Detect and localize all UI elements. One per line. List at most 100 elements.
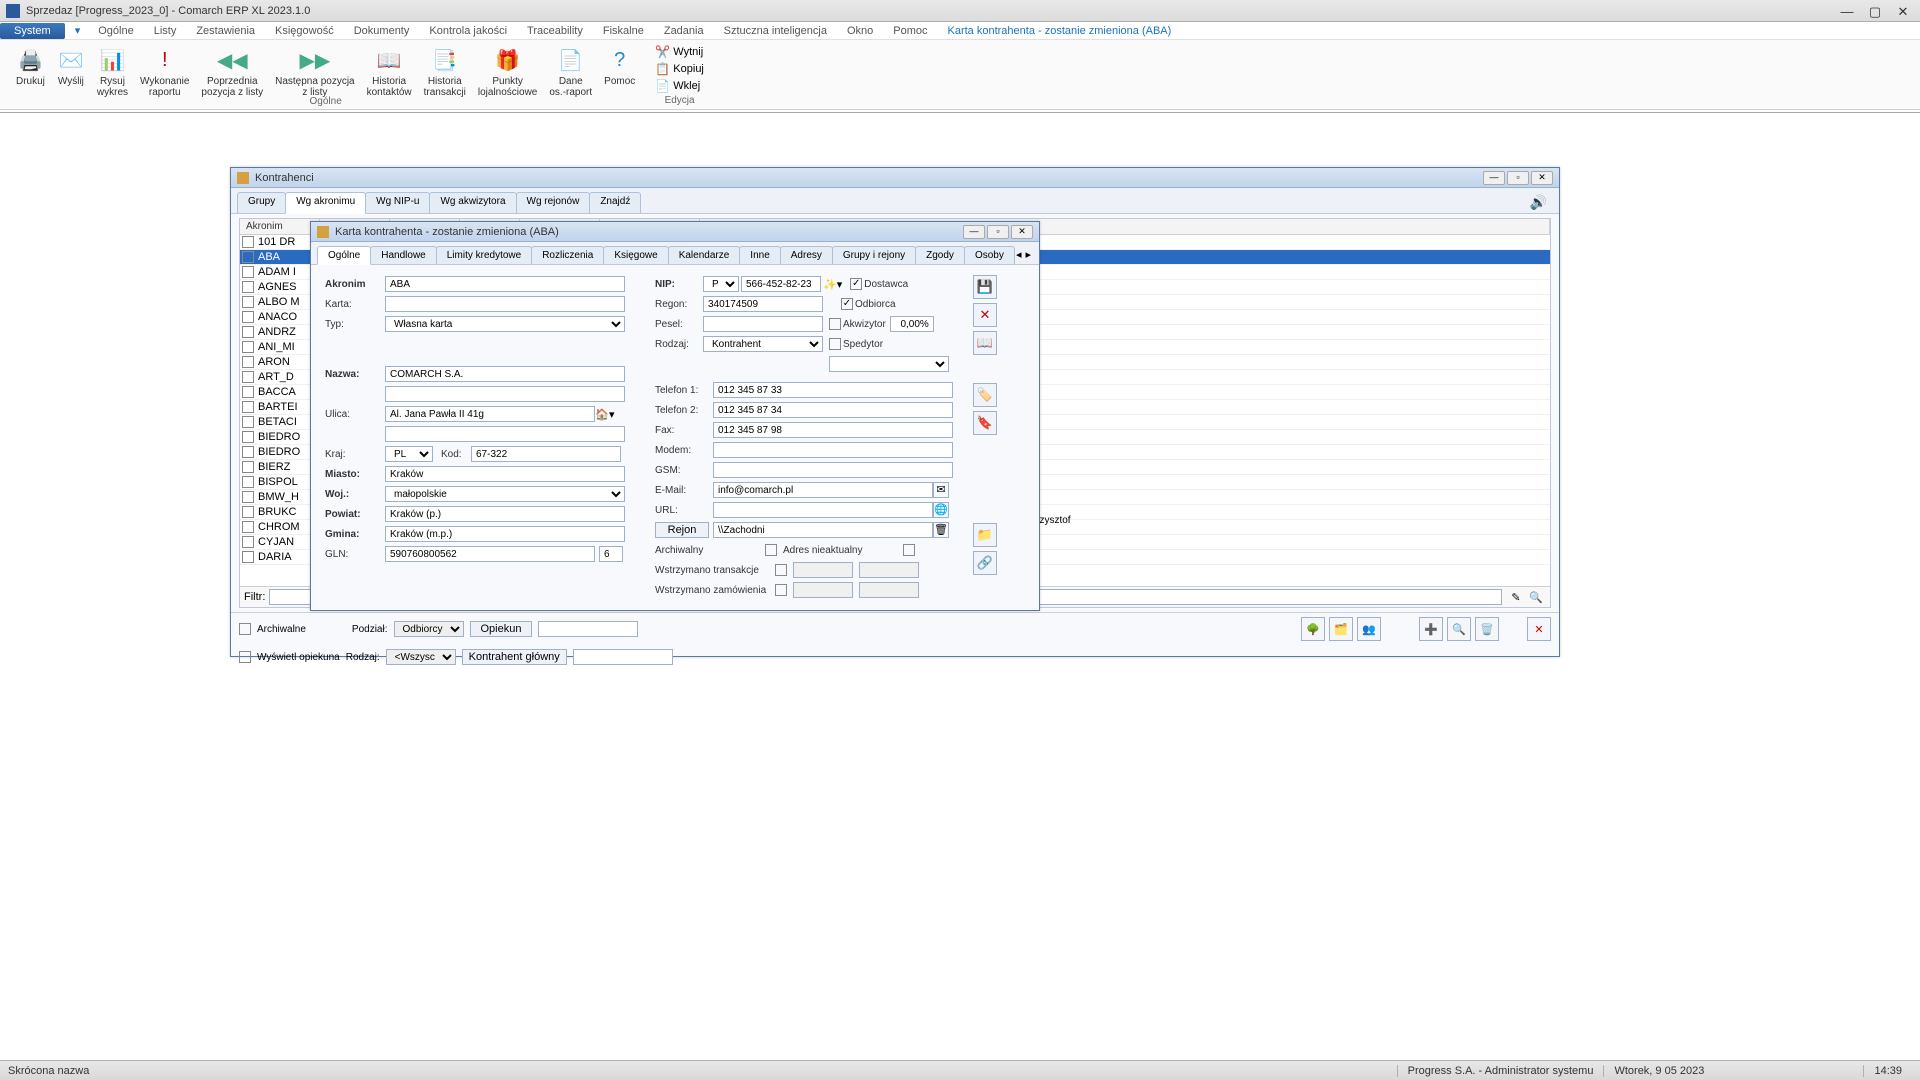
kod-input[interactable]: [471, 446, 621, 462]
ulica-dd-icon[interactable]: ▾: [609, 408, 615, 421]
menu-zadania[interactable]: Zadania: [654, 23, 714, 39]
btn-cancel-icon[interactable]: ✕: [973, 303, 997, 327]
tab-zgody[interactable]: Zgody: [915, 246, 965, 264]
tab-kalendarze[interactable]: Kalendarze: [668, 246, 741, 264]
row-checkbox[interactable]: [242, 281, 254, 293]
chk-archiwalny[interactable]: [765, 544, 777, 556]
child-minimize[interactable]: —: [1483, 171, 1505, 185]
btn-folder-icon[interactable]: 📁: [973, 523, 997, 547]
tab-ksiegowe[interactable]: Księgowe: [603, 246, 668, 264]
miasto-input[interactable]: [385, 466, 625, 482]
tab-wg-nip[interactable]: Wg NIP-u: [365, 192, 430, 213]
row-checkbox[interactable]: [242, 431, 254, 443]
tab-wg-rejonow[interactable]: Wg rejonów: [516, 192, 591, 213]
tab-scroll-right-icon[interactable]: ▸: [1023, 246, 1033, 264]
map-icon[interactable]: 🏠: [595, 408, 609, 421]
gln-input[interactable]: [385, 546, 595, 562]
extra-select[interactable]: [829, 356, 949, 372]
minimize-button[interactable]: —: [1840, 4, 1854, 18]
nazwa-input[interactable]: [385, 366, 625, 382]
rejon-button[interactable]: Rejon: [655, 522, 709, 538]
email-icon[interactable]: ✉: [933, 482, 949, 498]
url-icon[interactable]: 🌐: [933, 502, 949, 518]
tab-osoby[interactable]: Osoby: [964, 246, 1015, 264]
ribbon-drukuj[interactable]: 🖨️Drukuj: [12, 44, 49, 100]
ribbon-wytnij[interactable]: ✂️Wytnij: [651, 44, 708, 60]
ribbon-poprzednia[interactable]: ◀◀Poprzednia pozycja z listy: [197, 44, 267, 100]
chk-archiwalne[interactable]: [239, 623, 251, 635]
nip-country-select[interactable]: PL: [703, 276, 739, 292]
btn-kontrahent-glowny[interactable]: Kontrahent główny: [462, 649, 567, 665]
ribbon-nastepna[interactable]: ▶▶Następna pozycja z listy: [271, 44, 359, 100]
typ-select[interactable]: Własna karta: [385, 316, 625, 332]
row-checkbox[interactable]: [242, 506, 254, 518]
ribbon-historia-k[interactable]: 📖Historia kontaktów: [363, 44, 416, 100]
menu-ai[interactable]: Sztuczna inteligencja: [714, 23, 837, 39]
ribbon-historia-t[interactable]: 📑Historia transakcji: [420, 44, 470, 100]
tel2-input[interactable]: [713, 402, 953, 418]
row-checkbox[interactable]: [242, 296, 254, 308]
row-checkbox[interactable]: [242, 491, 254, 503]
karta-maximize[interactable]: ▫: [987, 225, 1009, 239]
wstrz-trans-input[interactable]: [793, 562, 853, 578]
menu-okno[interactable]: Okno: [837, 23, 883, 39]
system-dropdown-icon[interactable]: ▾: [75, 24, 81, 37]
btn-link-icon[interactable]: 🔗: [973, 551, 997, 575]
btn-tree-icon[interactable]: 🌳: [1301, 617, 1325, 641]
btn-search-icon[interactable]: 🔍: [1447, 617, 1471, 641]
row-checkbox[interactable]: [242, 521, 254, 533]
ribbon-punkty[interactable]: 🎁Punkty lojalnościowe: [474, 44, 541, 100]
filter-edit-icon[interactable]: ✎: [1506, 591, 1526, 604]
chk-akwizytor[interactable]: [829, 318, 841, 330]
karta-close[interactable]: ✕: [1011, 225, 1033, 239]
row-checkbox[interactable]: [242, 416, 254, 428]
chk-wstrz-trans[interactable]: [775, 564, 787, 576]
chk-dostawca[interactable]: [850, 278, 862, 290]
ribbon-wklej[interactable]: 📄Wklej: [651, 78, 708, 94]
sel-podzial[interactable]: Odbiorcy: [394, 621, 464, 637]
menu-kontrola[interactable]: Kontrola jakości: [419, 23, 517, 39]
row-checkbox[interactable]: [242, 551, 254, 563]
ribbon-wyslij[interactable]: ✉️Wyślij: [53, 44, 89, 100]
tab-scroll-left-icon[interactable]: ◂: [1014, 246, 1024, 264]
karta-input[interactable]: [385, 296, 625, 312]
email-input[interactable]: [713, 482, 933, 498]
rejon-del-icon[interactable]: 🗑: [933, 522, 949, 538]
chk-wyswietl[interactable]: [239, 651, 251, 663]
nip-check-icon[interactable]: ✨: [823, 278, 837, 291]
tab-grupy-rejony[interactable]: Grupy i rejony: [832, 246, 916, 264]
ribbon-kopiuj[interactable]: 📋Kopiuj: [651, 61, 708, 77]
ribbon-wykonanie[interactable]: !Wykonanie raportu: [136, 44, 193, 100]
row-checkbox[interactable]: [242, 251, 254, 263]
woj-select[interactable]: małopolskie: [385, 486, 625, 502]
ulica2-input[interactable]: [385, 426, 625, 442]
menu-ogolne[interactable]: Ogólne: [88, 23, 143, 39]
wstrz-zam-input[interactable]: [793, 582, 853, 598]
menu-system[interactable]: System: [0, 23, 65, 39]
gsm-input[interactable]: [713, 462, 953, 478]
opiekun-input[interactable]: [538, 621, 638, 637]
menu-traceability[interactable]: Traceability: [517, 23, 593, 39]
tab-grupy[interactable]: Grupy: [237, 192, 286, 213]
btn-close-red-icon[interactable]: ✕: [1527, 617, 1551, 641]
ribbon-pomoc[interactable]: ?Pomoc: [600, 44, 639, 100]
chk-adres-nieakt[interactable]: [903, 544, 915, 556]
regon-input[interactable]: [703, 296, 823, 312]
modem-input[interactable]: [713, 442, 953, 458]
maximize-button[interactable]: ▢: [1868, 4, 1882, 18]
chk-wstrz-zam[interactable]: [775, 584, 787, 596]
kontrahent-glowny-input[interactable]: [573, 649, 673, 665]
rodzaj-select[interactable]: Kontrahent: [703, 336, 823, 352]
row-checkbox[interactable]: [242, 536, 254, 548]
row-checkbox[interactable]: [242, 311, 254, 323]
tab-wg-akronimu[interactable]: Wg akronimu: [285, 192, 366, 214]
speaker-icon[interactable]: 🔊: [1524, 192, 1553, 213]
tab-adresy[interactable]: Adresy: [780, 246, 833, 264]
fax-input[interactable]: [713, 422, 953, 438]
menu-fiskalne[interactable]: Fiskalne: [593, 23, 654, 39]
child-maximize[interactable]: ▫: [1507, 171, 1529, 185]
btn-opiekun[interactable]: Opiekun: [470, 621, 533, 637]
row-checkbox[interactable]: [242, 326, 254, 338]
row-checkbox[interactable]: [242, 476, 254, 488]
nip-input[interactable]: [741, 276, 821, 292]
